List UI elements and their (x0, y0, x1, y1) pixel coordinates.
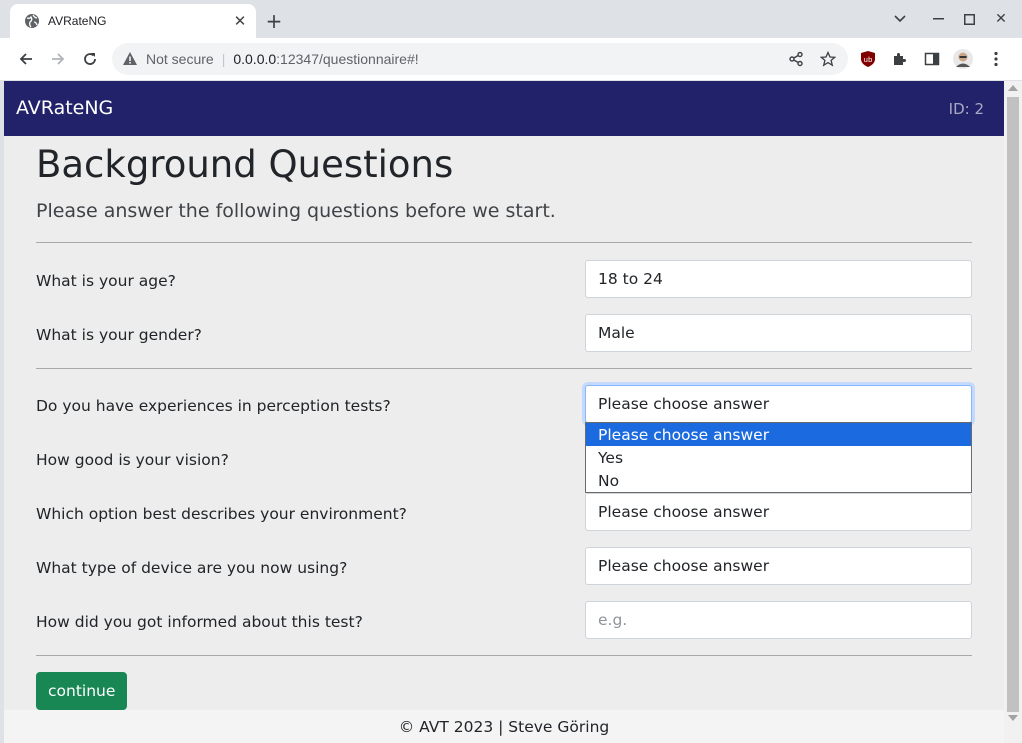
browser-toolbar: Not secure | 0.0.0.0:12347/questionnaire… (0, 38, 1022, 80)
minimize-icon[interactable] (927, 8, 949, 30)
dropdown-option[interactable]: Please choose answer (586, 423, 971, 446)
informed-input[interactable]: e.g. (585, 601, 972, 639)
new-tab-icon[interactable]: + (262, 9, 286, 33)
environment-select[interactable]: Please choose answer (585, 493, 972, 531)
question-label-device: What type of device are you now using? (36, 559, 348, 577)
forward-arrow-icon[interactable] (46, 47, 70, 71)
continue-button[interactable]: continue (36, 672, 128, 710)
question-label-vision: How good is your vision? (36, 451, 229, 469)
scroll-up-icon[interactable] (1008, 85, 1018, 91)
address-bar[interactable]: Not secure | 0.0.0.0:12347/questionnaire… (112, 43, 848, 75)
page-footer: © AVT 2023 | Steve Göring (4, 710, 1004, 743)
page-viewport: AVRateNG ID: 2 Background Questions Plea… (4, 81, 1004, 743)
omnibox-divider: | (221, 51, 226, 67)
tab-close-icon[interactable]: ✕ (232, 12, 248, 30)
session-id: ID: 2 (948, 100, 984, 118)
back-arrow-icon[interactable] (14, 47, 38, 71)
question-label-environment: Which option best describes your environ… (36, 505, 407, 523)
tab-search-chevron-icon[interactable] (889, 8, 911, 30)
svg-text:ub: ub (864, 56, 873, 64)
ublock-icon[interactable]: ub (858, 49, 878, 69)
tab-strip: AVRateNG ✕ + ✕ (0, 0, 1022, 38)
question-label-gender: What is your gender? (36, 326, 202, 344)
url-path: :12347/questionnaire#! (276, 51, 419, 67)
app-navbar: AVRateNG ID: 2 (4, 81, 1004, 136)
window-close-icon[interactable]: ✕ (990, 8, 1012, 30)
browser-tab[interactable]: AVRateNG ✕ (10, 4, 256, 38)
warning-icon (123, 52, 137, 65)
scrollbar-thumb[interactable] (1007, 97, 1019, 712)
reload-icon[interactable] (78, 47, 102, 71)
scroll-down-icon[interactable] (1008, 715, 1018, 721)
question-label-age: What is your age? (36, 272, 176, 290)
side-panel-icon[interactable] (922, 49, 942, 69)
device-select[interactable]: Please choose answer (585, 547, 972, 585)
experience-select[interactable]: Please choose answer (585, 385, 972, 423)
divider (36, 655, 972, 656)
page-scrollbar[interactable] (1004, 81, 1022, 743)
url-host: 0.0.0.0 (233, 51, 277, 67)
experience-dropdown-list: Please choose answer Yes No (585, 422, 972, 493)
page-lead: Please answer the following questions be… (36, 200, 556, 222)
security-status[interactable]: Not secure (146, 51, 214, 67)
dropdown-option[interactable]: No (586, 469, 971, 492)
page-title: Background Questions (36, 143, 454, 186)
question-label-informed: How did you got informed about this test… (36, 613, 363, 631)
app-brand[interactable]: AVRateNG (16, 97, 113, 119)
question-label-experience: Do you have experiences in perception te… (36, 397, 391, 415)
extensions-puzzle-icon[interactable] (890, 49, 910, 69)
share-icon[interactable] (786, 49, 806, 69)
profile-avatar[interactable] (953, 49, 973, 69)
dropdown-option[interactable]: Yes (586, 446, 971, 469)
age-select[interactable]: 18 to 24 (585, 260, 972, 298)
browser-menu-icon[interactable] (986, 49, 1006, 69)
bookmark-star-icon[interactable] (818, 49, 838, 69)
tab-title: AVRateNG (48, 14, 107, 28)
gender-select[interactable]: Male (585, 314, 972, 352)
globe-icon (25, 14, 39, 28)
divider (36, 368, 972, 369)
divider (36, 242, 972, 243)
maximize-icon[interactable] (958, 8, 980, 30)
